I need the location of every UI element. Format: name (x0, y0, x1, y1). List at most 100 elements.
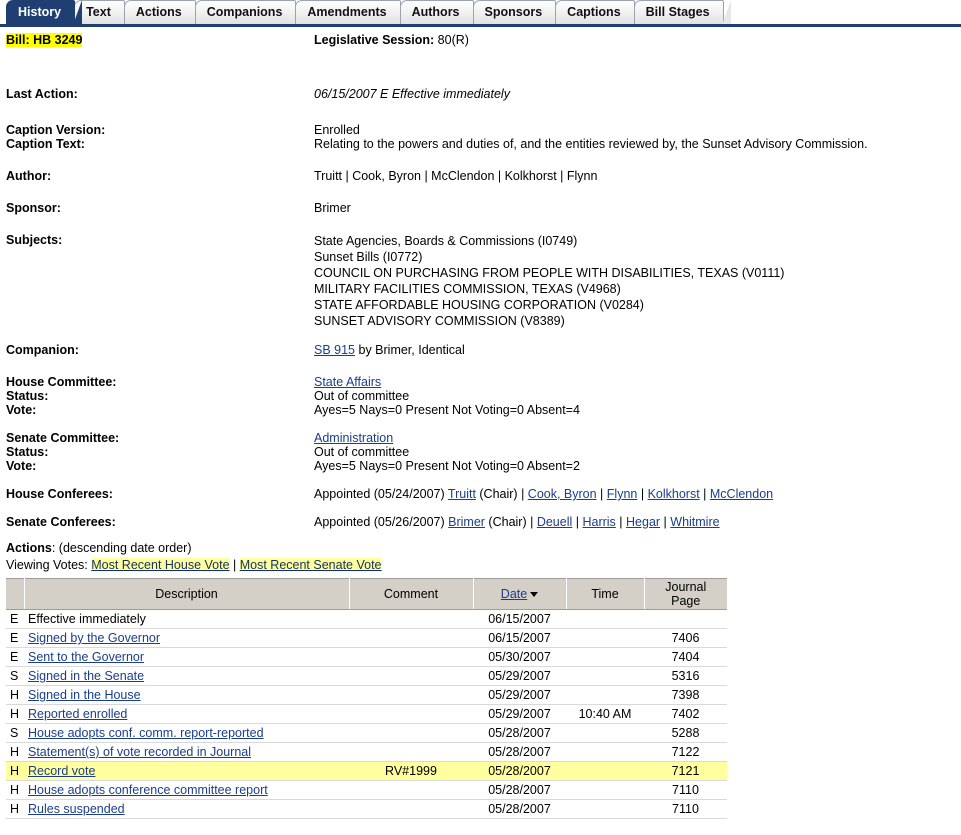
cell-time (566, 666, 644, 686)
cell-date: 05/28/2007 (473, 742, 566, 762)
subject-item: State Agencies, Boards & Commissions (I0… (314, 234, 578, 248)
conferee-link[interactable]: Harris (582, 515, 615, 529)
action-description-link[interactable]: Signed by the Governor (28, 631, 160, 645)
action-description-link[interactable]: Signed in the Senate (28, 669, 144, 683)
conferee-link[interactable]: Brimer (448, 515, 485, 529)
author-label: Author: (6, 169, 52, 183)
house-committee-link[interactable]: State Affairs (314, 375, 381, 389)
action-description-link[interactable]: Record vote (28, 764, 95, 778)
cell-description[interactable]: Signed in the Senate (24, 666, 349, 686)
cell-description[interactable]: Sent to the Governor (24, 647, 349, 667)
cell-time: 10:40 AM (566, 704, 644, 724)
tab-captions[interactable]: Captions (555, 0, 643, 24)
cell-journal-page: 5288 (644, 723, 727, 743)
tab-actions[interactable]: Actions (123, 0, 203, 24)
house-committee-label: House Committee: (6, 375, 117, 389)
cell-date: 05/28/2007 (473, 799, 566, 819)
conferee-link[interactable]: Flynn (607, 487, 638, 501)
senate-vote-label: Vote: (6, 459, 37, 473)
conferee-link[interactable]: Hegar (626, 515, 660, 529)
conferees-appointed-date: Appointed (05/24/2007) (314, 487, 448, 501)
cell-journal-page: 7398 (644, 685, 727, 705)
conferee-role: (Chair) (484, 515, 527, 529)
cell-journal-page: 7122 (644, 742, 727, 762)
bill-label: Bill: (6, 33, 30, 47)
author-row: Author: Truitt | Cook, Byron | McClendon… (6, 169, 961, 183)
column-comment[interactable]: Comment (349, 578, 474, 610)
cell-time (566, 685, 644, 705)
cell-comment (349, 780, 473, 800)
conferee-separator: | (572, 515, 583, 529)
table-row: H House adopts conference committee repor… (6, 780, 727, 800)
bill-identifier: Bill: HB 3249 (6, 33, 314, 47)
cell-description[interactable]: Record vote (24, 761, 349, 781)
date-sort-link[interactable]: Date (501, 587, 527, 601)
action-description-link[interactable]: Rules suspended (28, 802, 125, 816)
column-journal-page[interactable]: Journal Page (644, 578, 727, 610)
action-description-link[interactable]: Statement(s) of vote recorded in Journal (28, 745, 251, 759)
tab-amendments[interactable]: Amendments (295, 0, 408, 24)
sort-descending-icon (530, 592, 539, 598)
cell-description[interactable]: House adopts conference committee report (24, 780, 349, 800)
cell-journal-page: 5316 (644, 666, 727, 686)
table-row: H Statement(s) of vote recorded in Journa… (6, 742, 727, 762)
action-description-link[interactable]: House adopts conf. comm. report-reported (28, 726, 264, 740)
tab-companions[interactable]: Companions (194, 0, 304, 24)
tab-bill-stages[interactable]: Bill Stages (633, 0, 731, 24)
house-status-label: Status: (6, 389, 49, 403)
senate-conferees-label: Senate Conferees: (6, 515, 116, 529)
cell-description[interactable]: Statement(s) of vote recorded in Journal (24, 742, 349, 762)
tab-history[interactable]: History (6, 0, 83, 24)
action-description-link[interactable]: Signed in the House (28, 688, 141, 702)
cell-journal-page: 7406 (644, 628, 727, 648)
cell-chamber: H (6, 780, 24, 800)
cell-description[interactable]: Signed in the House (24, 685, 349, 705)
conferee-link[interactable]: McClendon (710, 487, 773, 501)
cell-description[interactable]: House adopts conf. comm. report-reported (24, 723, 349, 743)
cell-description[interactable]: Reported enrolled (24, 704, 349, 724)
cell-time (566, 799, 644, 819)
vote-link-senate[interactable]: Most Recent Senate Vote (239, 558, 382, 572)
conferee-link[interactable]: Kolkhorst (648, 487, 700, 501)
companion-row: Companion: SB 915 by Brimer, Identical (6, 343, 961, 357)
cell-date: 05/28/2007 (473, 723, 566, 743)
senate-committee-link[interactable]: Administration (314, 431, 393, 445)
viewing-votes-line: Viewing Votes: Most Recent House Vote | … (6, 557, 961, 574)
cell-date: 05/29/2007 (473, 685, 566, 705)
cell-date: 06/15/2007 (473, 628, 566, 648)
table-row: S House adopts conf. comm. report-reporte… (6, 723, 727, 743)
subject-item: COUNCIL ON PURCHASING FROM PEOPLE WITH D… (314, 266, 785, 280)
column-date[interactable]: Date (473, 578, 567, 610)
senate-status-row: Status: Out of committee (6, 445, 961, 459)
column-description[interactable]: Description (24, 578, 350, 610)
vote-link-separator: | (229, 558, 240, 572)
action-description-link[interactable]: Sent to the Governor (28, 650, 144, 664)
senate-conferees-value: Appointed (05/26/2007) Brimer (Chair) | … (314, 515, 961, 529)
tab-sponsors[interactable]: Sponsors (472, 0, 563, 24)
conferee-separator: | (596, 487, 607, 501)
conferee-link[interactable]: Whitmire (670, 515, 719, 529)
cell-comment (349, 742, 473, 762)
conferee-link[interactable]: Truitt (448, 487, 476, 501)
cell-description[interactable]: Rules suspended (24, 799, 349, 819)
house-conferees-label: House Conferees: (6, 487, 113, 501)
table-row: H Signed in the House 05/29/2007 7398 (6, 685, 727, 705)
table-row: E Effective immediately 06/15/2007 (6, 609, 727, 629)
action-description-link[interactable]: Reported enrolled (28, 707, 127, 721)
sponsor-row: Sponsor: Brimer (6, 201, 961, 215)
conferee-separator: | (699, 487, 710, 501)
tab-authors[interactable]: Authors (399, 0, 481, 24)
column-time[interactable]: Time (566, 578, 645, 610)
conferee-link[interactable]: Deuell (537, 515, 572, 529)
actions-table: Description Comment Date Time Journal Pa… (6, 578, 727, 819)
cell-time (566, 628, 644, 648)
companion-bill-link[interactable]: SB 915 (314, 343, 355, 357)
action-description-link[interactable]: House adopts conference committee report (28, 783, 268, 797)
cell-time (566, 723, 644, 743)
cell-description[interactable]: Signed by the Governor (24, 628, 349, 648)
cell-comment (349, 685, 473, 705)
actions-table-header-row: Description Comment Date Time Journal Pa… (6, 578, 727, 610)
cell-time (566, 761, 644, 781)
vote-link-house[interactable]: Most Recent House Vote (91, 558, 230, 572)
conferee-link[interactable]: Cook, Byron (528, 487, 597, 501)
